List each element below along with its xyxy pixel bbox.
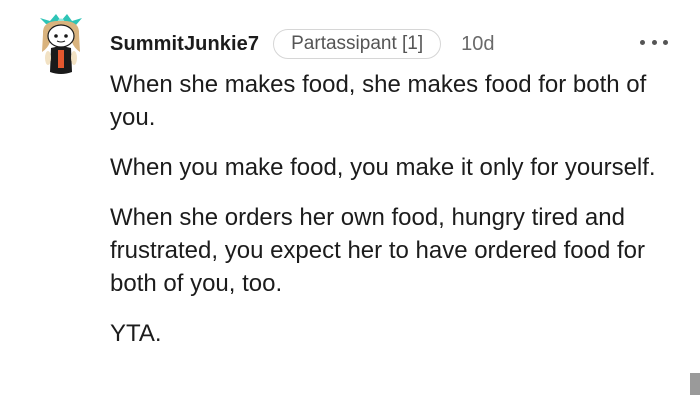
- username-link[interactable]: SummitJunkie7: [110, 33, 259, 56]
- comment-header: SummitJunkie7 Partassipant [1] 10d: [110, 28, 495, 60]
- comment: SummitJunkie7 Partassipant [1] 10d When …: [0, 0, 700, 407]
- comment-paragraph: When she orders her own food, hungry tir…: [110, 204, 645, 297]
- comment-paragraph: YTA.: [110, 320, 162, 347]
- more-options-icon-dot: [651, 39, 657, 45]
- avatar[interactable]: [36, 12, 86, 78]
- comment-paragraph: When you make food, you make it only for…: [110, 154, 656, 181]
- user-flair: Partassipant [1]: [273, 29, 442, 59]
- snoo-avatar-icon: [40, 14, 82, 74]
- comment-timestamp[interactable]: 10d: [461, 33, 494, 56]
- comment-body: When she makes food, she makes food for …: [110, 68, 680, 367]
- more-options-button[interactable]: [640, 32, 668, 52]
- more-options-icon: [640, 39, 645, 45]
- scrollbar-thumb[interactable]: [690, 373, 700, 395]
- comment-paragraph: When she makes food, she makes food for …: [110, 71, 647, 131]
- more-options-icon-dot: [663, 39, 668, 45]
